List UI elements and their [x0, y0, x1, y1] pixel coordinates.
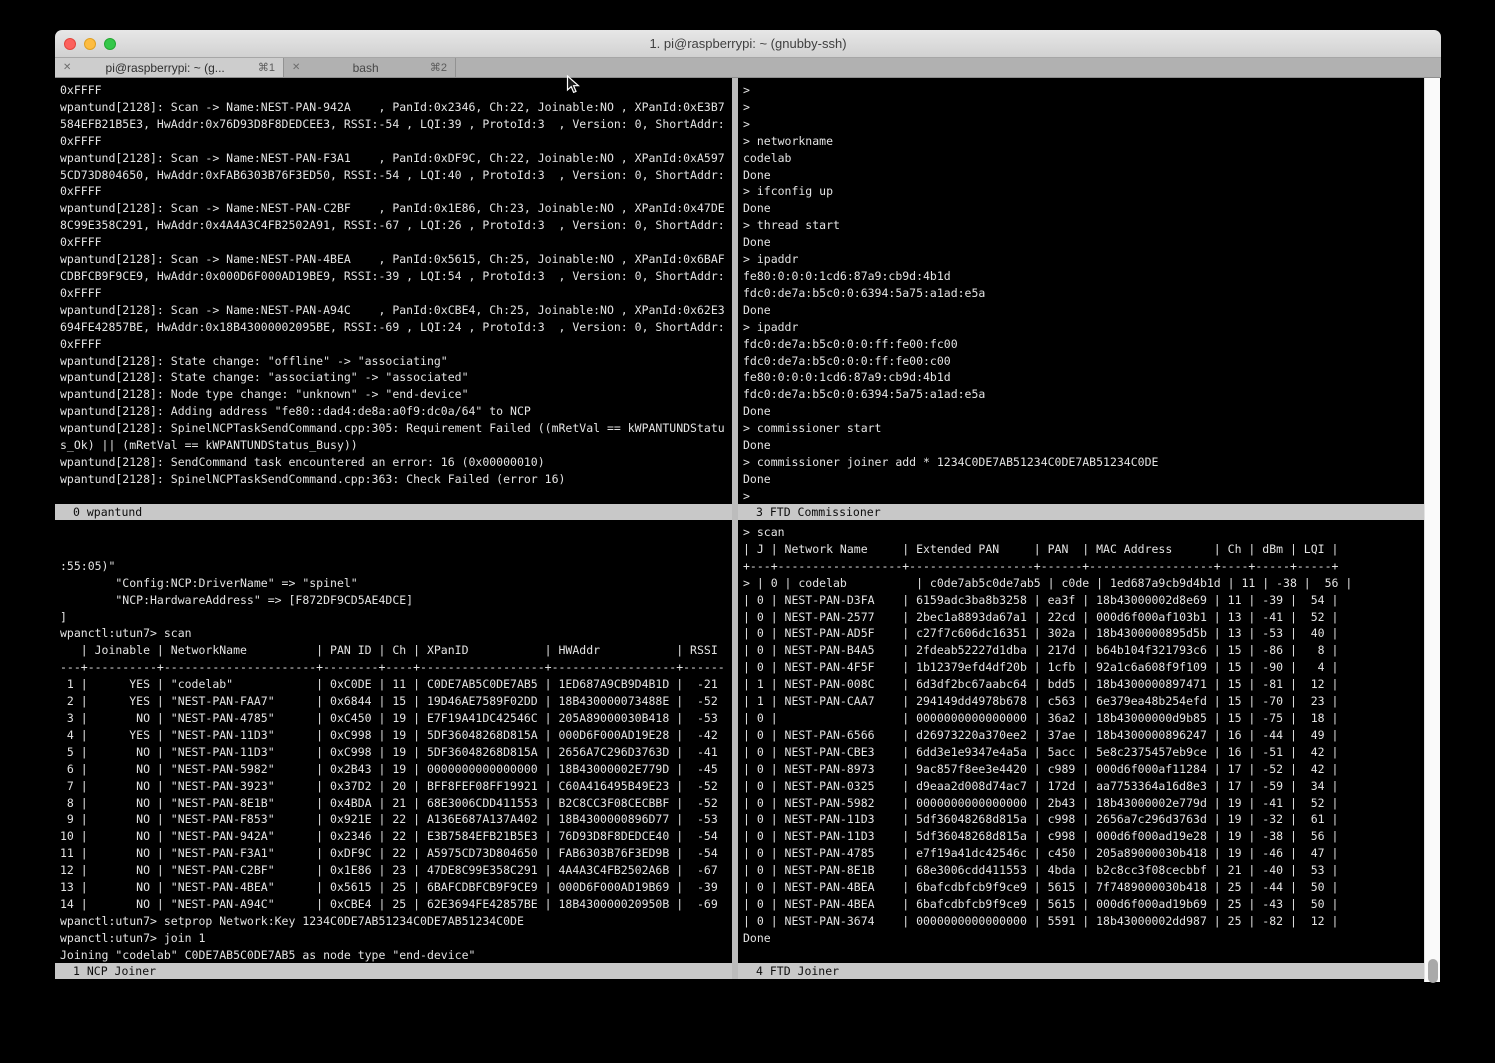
- zoom-button[interactable]: [104, 38, 116, 50]
- close-tab-icon[interactable]: ✕: [292, 58, 300, 78]
- pane-title-ftd-joiner: 4 FTD Joiner: [738, 963, 1424, 979]
- ncp-joiner-output: :55:05)" "Config:NCP:DriverName" => "spi…: [60, 558, 732, 963]
- close-button[interactable]: [64, 38, 76, 50]
- window-title: 1. pi@raspberrypi: ~ (gnubby-ssh): [55, 30, 1441, 57]
- window-titlebar[interactable]: 1. pi@raspberrypi: ~ (gnubby-ssh): [55, 30, 1441, 58]
- window-controls: [64, 38, 116, 50]
- scrollbar-track[interactable]: [1424, 78, 1440, 982]
- tab-label: pi@raspberrypi: ~ (g...: [76, 61, 253, 75]
- tab-bash[interactable]: ✕ bash ⌘2: [284, 58, 456, 77]
- pane-divider[interactable]: [732, 78, 738, 979]
- close-tab-icon[interactable]: ✕: [63, 58, 71, 78]
- pane-title-ftd-commissioner: 3 FTD Commissioner: [738, 504, 1424, 520]
- pane-ftd-commissioner-cli[interactable]: > > > > networkname codelab Done > ifcon…: [738, 78, 1441, 504]
- tab-shortcut-badge: ⌘1: [258, 61, 275, 74]
- pane-ftd-joiner-cli[interactable]: > scan | J | Network Name | Extended PAN…: [738, 520, 1441, 963]
- mouse-pointer-icon: [566, 75, 580, 95]
- terminal-window: 1. pi@raspberrypi: ~ (gnubby-ssh) ✕ pi@r…: [55, 30, 1441, 1040]
- minimize-button[interactable]: [84, 38, 96, 50]
- pane-title-ncp-joiner: 1 NCP Joiner: [55, 963, 732, 979]
- pane-wpantund-log[interactable]: 0xFFFF wpantund[2128]: Scan -> Name:NEST…: [55, 78, 732, 504]
- scrollbar-thumb[interactable]: [1428, 959, 1438, 983]
- pane-title-wpantund: 0 wpantund: [55, 504, 732, 520]
- pane-ncp-joiner-cli[interactable]: :55:05)" "Config:NCP:DriverName" => "spi…: [55, 520, 732, 963]
- tab-ssh-session[interactable]: ✕ pi@raspberrypi: ~ (g... ⌘1: [55, 58, 284, 77]
- terminal-content: 0xFFFF wpantund[2128]: Scan -> Name:NEST…: [55, 78, 1441, 1040]
- tab-bar: ✕ pi@raspberrypi: ~ (g... ⌘1 ✕ bash ⌘2: [55, 58, 1441, 78]
- tab-label: bash: [305, 61, 425, 75]
- tab-shortcut-badge: ⌘2: [430, 61, 447, 74]
